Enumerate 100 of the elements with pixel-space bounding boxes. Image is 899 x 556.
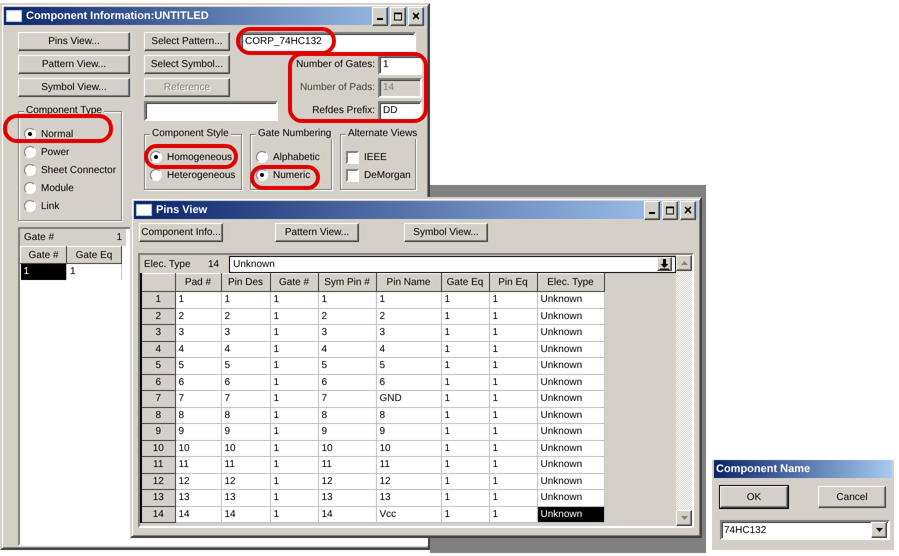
radio-circle[interactable]	[256, 151, 268, 163]
table-cell: 10	[175, 440, 221, 456]
table-cell: 1	[318, 292, 376, 308]
column-header[interactable]: Gate Eq	[66, 246, 122, 264]
table-cell: 14	[221, 506, 270, 522]
checkbox-square[interactable]	[346, 150, 359, 164]
checkbox-square[interactable]	[346, 168, 359, 182]
select-button[interactable]: Select Pattern...	[144, 32, 230, 51]
radio-circle[interactable]	[24, 146, 36, 158]
up-arrow-icon	[680, 261, 688, 265]
window-icon	[6, 10, 22, 22]
column-header[interactable]: Sym Pin #	[318, 274, 376, 292]
column-header[interactable]: Gate Eq	[441, 274, 489, 292]
group-title: Gate Numbering	[256, 128, 334, 139]
pattern-field[interactable]: CORP_74HC132	[240, 32, 416, 52]
dropdown-button[interactable]	[871, 522, 887, 538]
name-combo[interactable]: 74HC132	[720, 520, 890, 540]
row-number[interactable]: 10	[141, 440, 175, 456]
row-number[interactable]: 6	[141, 374, 175, 390]
row-number[interactable]: 1	[141, 292, 175, 308]
cancel-button[interactable]: Cancel	[818, 486, 886, 508]
column-header[interactable]: Elec. Type	[537, 274, 604, 292]
elec-type-combo[interactable]: Unknown	[229, 256, 676, 272]
radio-button[interactable]: Homogeneous	[150, 149, 232, 165]
row-number[interactable]: 14	[141, 506, 175, 522]
table-cell: Unknown	[537, 374, 604, 390]
column-header[interactable]: Gate #	[270, 274, 318, 292]
table-cell: Unknown	[537, 506, 604, 522]
dropdown-button[interactable]	[657, 257, 672, 271]
minimize-button[interactable]	[372, 6, 388, 26]
row-number[interactable]: 13	[141, 490, 175, 506]
table-cell: 2	[221, 308, 270, 324]
checkbox[interactable]: DeMorgan	[346, 167, 411, 183]
table-cell: 1	[270, 424, 318, 440]
radio-button[interactable]: Heterogeneous	[150, 167, 236, 183]
row-number[interactable]: 11	[141, 456, 175, 473]
table-cell: 1	[441, 324, 489, 341]
select-button[interactable]: Select Symbol...	[144, 55, 230, 74]
radio-button[interactable]: Alphabetic	[256, 149, 320, 165]
radio-circle[interactable]	[150, 151, 162, 163]
column-header[interactable]: Pin Name	[376, 274, 441, 292]
text-field[interactable]	[144, 100, 278, 120]
minimize-button[interactable]	[644, 200, 660, 220]
highlight-ring	[250, 165, 320, 190]
radio-circle[interactable]	[24, 128, 36, 140]
radio-circle[interactable]	[24, 164, 36, 176]
maximize-button[interactable]	[662, 200, 678, 220]
radio-button[interactable]: Numeric	[256, 167, 310, 183]
radio-circle[interactable]	[24, 182, 36, 194]
row-number[interactable]: 4	[141, 341, 175, 358]
row-number[interactable]: 2	[141, 308, 175, 324]
close-button[interactable]	[680, 200, 696, 220]
maximize-button[interactable]	[390, 6, 406, 26]
column-header[interactable]: Pad #	[175, 274, 221, 292]
table-cell: 5	[221, 358, 270, 374]
radio-circle[interactable]	[256, 169, 268, 181]
scroll-up-button[interactable]	[676, 255, 692, 271]
row-number[interactable]: 5	[141, 358, 175, 374]
close-button[interactable]	[408, 6, 424, 26]
ok-button[interactable]: OK	[720, 486, 788, 508]
view-button[interactable]: Pins View...	[18, 32, 130, 51]
scroll-down-button[interactable]	[676, 510, 692, 526]
radio-button[interactable]: Module	[24, 180, 74, 196]
window-title: Component Name	[716, 463, 812, 475]
table-cell: 10	[376, 440, 441, 456]
radio-circle[interactable]	[150, 169, 162, 181]
row-number[interactable]: 7	[141, 390, 175, 407]
table-cell: 9	[318, 424, 376, 440]
table-cell: 1	[489, 473, 537, 490]
table-cell: 12	[175, 473, 221, 490]
radio-button[interactable]: Sheet Connector	[24, 162, 116, 178]
view-button[interactable]: Component Info...	[139, 222, 223, 242]
column-header[interactable]: Pin Eq	[489, 274, 537, 292]
row-number[interactable]: 9	[141, 424, 175, 440]
radio-button[interactable]: Link	[24, 198, 60, 214]
checkbox[interactable]: IEEE	[346, 149, 387, 165]
table-cell: 8	[221, 407, 270, 424]
view-button[interactable]: Symbol View...	[404, 222, 488, 242]
table-cell: 14	[175, 506, 221, 522]
table-cell: 1	[270, 358, 318, 374]
radio-button[interactable]: Power	[24, 144, 70, 160]
table-cell: 1	[66, 264, 122, 280]
table-cell: 1	[270, 473, 318, 490]
radio-button[interactable]: Normal	[24, 126, 74, 142]
radio-circle[interactable]	[24, 200, 36, 212]
view-button[interactable]: Pattern View...	[275, 222, 359, 242]
table-cell: 1	[489, 506, 537, 522]
column-header[interactable]: Gate #	[20, 246, 66, 264]
view-button[interactable]: Symbol View...	[18, 78, 130, 97]
maximize-icon	[394, 12, 402, 20]
column-header[interactable]: Pin Des	[221, 274, 270, 292]
table-cell: 7	[318, 390, 376, 407]
row-number[interactable]: 12	[141, 473, 175, 490]
view-button[interactable]: Pattern View...	[18, 55, 130, 74]
input-field[interactable]: DD	[378, 100, 422, 120]
row-number[interactable]: 8	[141, 407, 175, 424]
table-cell: 1	[20, 264, 66, 280]
table-cell: 8	[376, 407, 441, 424]
row-number[interactable]: 3	[141, 324, 175, 341]
group-title: Alternate Views	[346, 128, 420, 139]
